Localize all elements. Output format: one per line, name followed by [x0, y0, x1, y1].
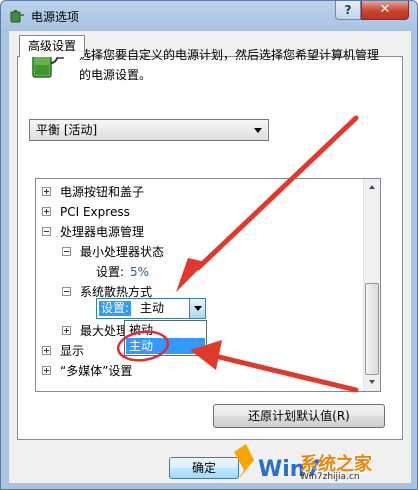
power-options-window: 电源选项 ? ✕ 高级设置 选择您要自定义的电源计划，然后选择您希望计算机管理的…	[0, 0, 418, 490]
close-button[interactable]: ✕	[361, 1, 409, 20]
expand-icon[interactable]	[42, 346, 51, 355]
title-bar[interactable]: 电源选项 ? ✕	[1, 1, 417, 31]
scroll-up-icon[interactable]	[364, 179, 380, 196]
help-button[interactable]: ?	[335, 1, 361, 20]
expand-icon[interactable]	[42, 366, 51, 375]
cooling-setting-value: 主动	[140, 301, 165, 315]
cooling-policy-combo[interactable]: 设置: 主动	[96, 298, 206, 319]
power-plan-select[interactable]: 平衡 [活动]	[29, 119, 269, 141]
power-plan-value: 平衡 [活动]	[36, 123, 98, 137]
option-passive[interactable]: 被动	[126, 322, 205, 338]
scroll-down-icon[interactable]	[364, 374, 380, 391]
cooling-setting-key: 设置:	[99, 301, 132, 316]
setting-value: 5%	[130, 265, 150, 279]
tree-scrollbar[interactable]	[363, 179, 380, 391]
description-text: 选择您要自定义的电源计划，然后选择您希望计算机管理的电源设置。	[79, 48, 380, 82]
restore-defaults-button[interactable]: 还原计划默认值(R)	[213, 404, 385, 428]
option-active[interactable]: 主动	[126, 338, 205, 354]
watermark-url: Win7zhijia.cn	[300, 472, 360, 482]
chevron-down-icon[interactable]	[189, 299, 205, 318]
expand-icon[interactable]	[62, 326, 71, 335]
chevron-down-icon	[254, 128, 262, 133]
cooling-policy-dropdown[interactable]: 被动 主动	[124, 320, 207, 356]
tab-advanced-settings[interactable]: 高级设置	[19, 35, 85, 57]
expand-icon[interactable]	[42, 207, 51, 216]
collapse-icon[interactable]	[42, 227, 51, 236]
expand-icon[interactable]	[42, 187, 51, 196]
power-options-icon	[10, 10, 24, 23]
collapse-icon[interactable]	[62, 247, 71, 256]
window-title: 电源选项	[31, 10, 80, 24]
settings-tree[interactable]: 电源按钮和盖子 PCI Express 处理器电源管理 最小处理器状态 设置: …	[35, 178, 381, 392]
scrollbar-thumb[interactable]	[365, 283, 379, 375]
ok-button[interactable]: 确定	[169, 457, 239, 479]
collapse-icon[interactable]	[62, 287, 71, 296]
